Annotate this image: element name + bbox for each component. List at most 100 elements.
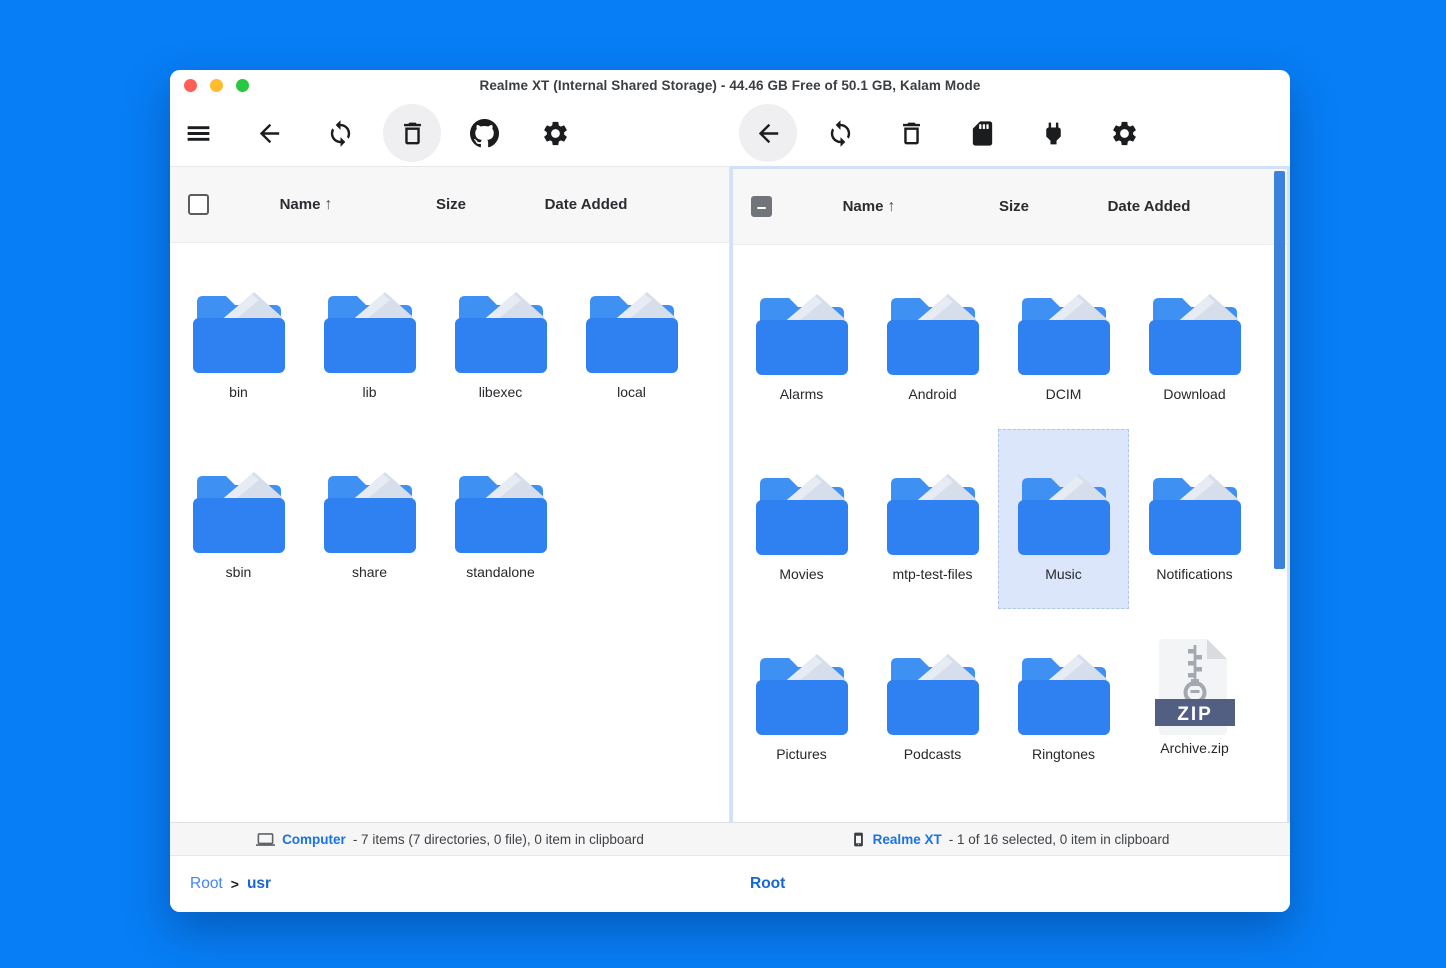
trash-icon	[403, 122, 421, 144]
back-arrow-icon	[259, 123, 279, 143]
delete-button[interactable]	[383, 104, 441, 162]
device-file-list: Name ↑ Size Date Added Alarms Android DC…	[730, 166, 1290, 822]
file-item-notifications[interactable]: Notifications	[1129, 429, 1260, 609]
file-label: Alarms	[779, 386, 824, 402]
device-pane: Name ↑ Size Date Added Alarms Android DC…	[730, 100, 1290, 822]
breadcrumb-separator-icon: >	[230, 876, 239, 892]
file-item-ringtones[interactable]: Ringtones	[998, 609, 1129, 789]
dual-pane-area: Name ↑ Size Date Added bin lib libexec l…	[170, 100, 1290, 822]
computer-icon	[256, 832, 276, 846]
back-arrow-icon	[758, 123, 778, 143]
file-item-share[interactable]: share	[304, 427, 435, 607]
folder-icon	[1145, 283, 1245, 375]
breadcrumb-root[interactable]: Root	[750, 875, 785, 893]
select-all-checkbox-indeterminate[interactable]	[750, 196, 772, 217]
sd-card-button[interactable]	[954, 104, 1010, 162]
file-item-podcasts[interactable]: Podcasts	[867, 609, 998, 789]
github-icon	[469, 118, 499, 147]
refresh-button[interactable]	[812, 104, 868, 162]
file-label: Music	[1045, 566, 1082, 582]
settings-button[interactable]	[527, 104, 583, 162]
app-window: Realme XT (Internal Shared Storage) - 44…	[170, 70, 1290, 912]
device-file-grid: Alarms Android DCIM Download Movies mtp-…	[733, 245, 1287, 822]
breadcrumb-row: Root > usr Root	[170, 856, 1290, 912]
minimize-button[interactable]	[210, 78, 223, 92]
usb-plug-button[interactable]	[1025, 104, 1081, 162]
file-label: Pictures	[776, 746, 827, 762]
local-status-summary: - 7 items (7 directories, 0 file), 0 ite…	[352, 831, 644, 847]
computer-link[interactable]: Computer	[282, 832, 346, 847]
file-item-standalone[interactable]: standalone	[435, 427, 566, 607]
file-item-local[interactable]: local	[566, 247, 697, 427]
file-item-mtp-test-files[interactable]: mtp-test-files	[867, 429, 998, 609]
trash-icon	[902, 122, 920, 144]
file-label: Ringtones	[1031, 746, 1096, 762]
folder-icon	[752, 463, 852, 555]
zip-file-icon: ZIP	[1154, 637, 1235, 737]
folder-icon	[883, 283, 983, 375]
file-item-movies[interactable]: Movies	[736, 429, 867, 609]
local-toolbar	[170, 100, 730, 166]
device-link[interactable]: Realme XT	[873, 832, 942, 847]
file-label: Download	[1163, 386, 1226, 402]
folder-icon	[320, 461, 420, 553]
refresh-icon	[830, 119, 850, 147]
column-date-added[interactable]: Date Added	[1079, 198, 1219, 215]
sd-card-icon	[972, 120, 992, 146]
file-label: Android	[908, 386, 957, 402]
file-item-alarms[interactable]: Alarms	[736, 249, 867, 429]
device-toolbar	[730, 100, 1290, 166]
select-all-checkbox[interactable]	[187, 194, 209, 215]
file-label: share	[351, 564, 388, 580]
file-label: Podcasts	[903, 746, 962, 762]
file-item-archive-zip[interactable]: ZIP Archive.zip	[1129, 609, 1260, 789]
file-label: libexec	[478, 384, 523, 400]
local-file-grid: bin lib libexec local sbin share standal…	[170, 243, 729, 822]
column-size[interactable]: Size	[386, 196, 516, 213]
file-label: DCIM	[1045, 386, 1082, 402]
zoom-button[interactable]	[236, 78, 249, 92]
file-item-lib[interactable]: lib	[304, 247, 435, 427]
breadcrumb-current[interactable]: usr	[247, 875, 271, 893]
back-button[interactable]	[739, 104, 797, 162]
file-item-bin[interactable]: bin	[173, 247, 304, 427]
folder-icon	[1014, 463, 1114, 555]
folder-icon	[451, 281, 551, 373]
folder-icon	[752, 643, 852, 735]
device-breadcrumb: Root	[730, 856, 1290, 912]
column-name[interactable]: Name ↑	[226, 196, 386, 214]
file-item-libexec[interactable]: libexec	[435, 247, 566, 427]
folder-icon	[320, 281, 420, 373]
local-list-header: Name ↑ Size Date Added	[170, 167, 729, 243]
folder-icon	[582, 281, 682, 373]
indeterminate-dash-icon	[756, 206, 766, 210]
breadcrumb-root[interactable]: Root	[190, 875, 223, 893]
column-name[interactable]: Name ↑	[789, 198, 949, 216]
file-item-android[interactable]: Android	[867, 249, 998, 429]
settings-button[interactable]	[1096, 104, 1152, 162]
gear-icon	[543, 121, 567, 145]
file-item-music-selected[interactable]: Music	[998, 429, 1129, 609]
window-controls	[184, 70, 249, 100]
delete-button[interactable]	[883, 104, 939, 162]
back-button[interactable]	[241, 104, 297, 162]
file-item-sbin[interactable]: sbin	[173, 427, 304, 607]
column-size[interactable]: Size	[949, 198, 1079, 215]
close-button[interactable]	[184, 78, 197, 92]
refresh-button[interactable]	[312, 104, 368, 162]
usb-plug-icon	[1045, 122, 1061, 144]
file-label: mtp-test-files	[892, 566, 973, 582]
sort-ascending-icon: ↑	[324, 195, 333, 213]
device-status: Realme XT - 1 of 16 selected, 0 item in …	[730, 823, 1290, 855]
scrollbar-thumb[interactable]	[1274, 171, 1285, 569]
file-label: local	[617, 384, 646, 400]
file-item-dcim[interactable]: DCIM	[998, 249, 1129, 429]
window-title: Realme XT (Internal Shared Storage) - 44…	[479, 77, 981, 93]
file-item-download[interactable]: Download	[1129, 249, 1260, 429]
github-button[interactable]	[456, 104, 512, 162]
file-item-pictures[interactable]: Pictures	[736, 609, 867, 789]
refresh-icon	[330, 119, 350, 147]
column-date-added[interactable]: Date Added	[516, 196, 656, 213]
menu-button[interactable]	[170, 104, 226, 162]
local-status: Computer - 7 items (7 directories, 0 fil…	[170, 823, 730, 855]
